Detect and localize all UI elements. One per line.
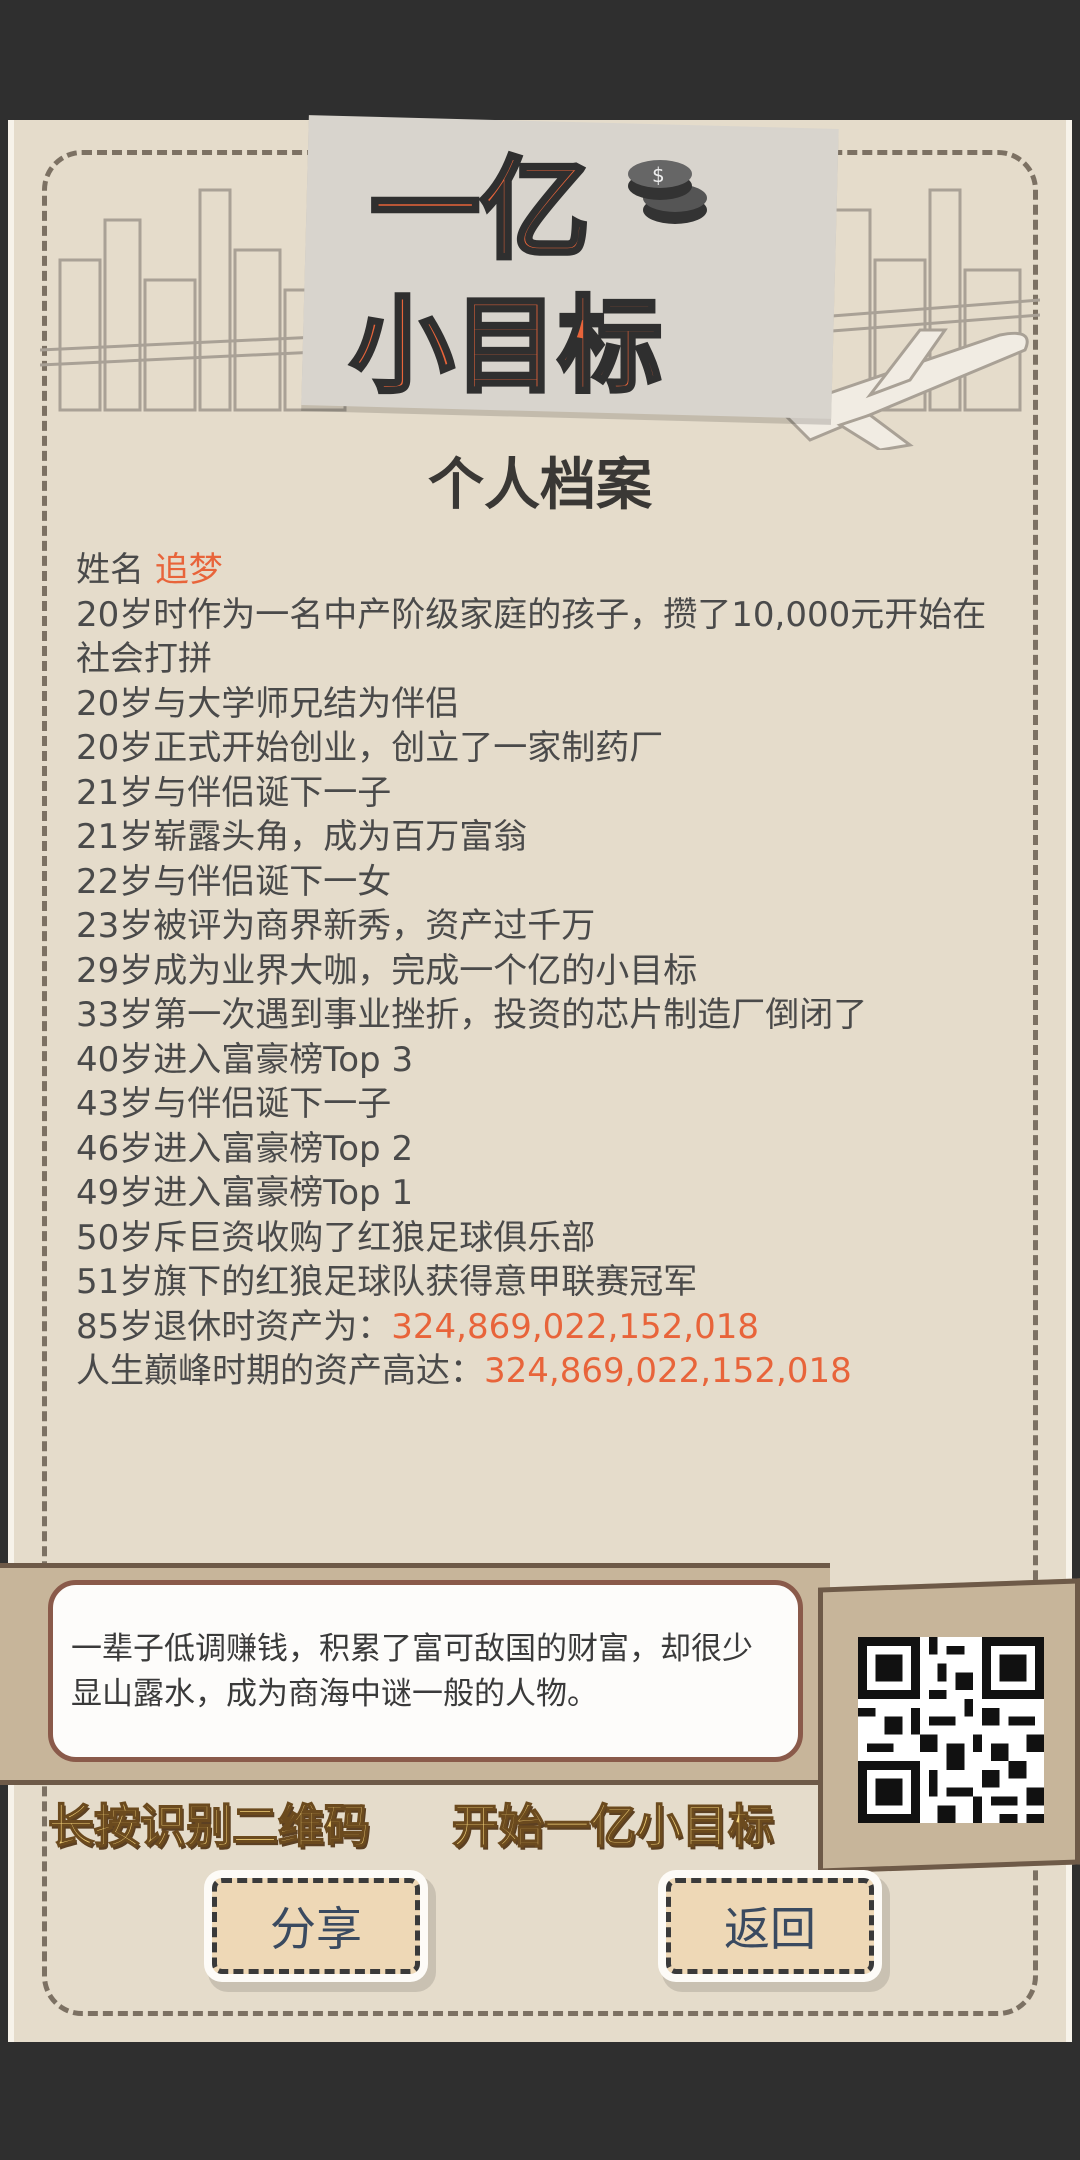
qr-code-icon[interactable] bbox=[858, 1636, 1044, 1824]
profile-bio: 姓名 追梦 20岁时作为一名中产阶级家庭的孩子，攒了10,000元开始在社会打拼… bbox=[76, 548, 1006, 1394]
name-value: 追梦 bbox=[154, 550, 223, 590]
event-item: 21岁与伴侣诞下一子 bbox=[76, 772, 392, 813]
event-item: 20岁时作为一名中产阶级家庭的孩子，攒了10,000元开始在社会打拼 bbox=[76, 594, 987, 680]
event-item: 20岁正式开始创业，创立了一家制药厂 bbox=[76, 728, 664, 768]
peak-value: 324,869,022,152,018 bbox=[484, 1351, 852, 1391]
event-item: 33岁第一次遇到事业挫折，投资的芯片制造厂倒闭了 bbox=[76, 995, 868, 1035]
retire-label: 85岁退休时资产为： bbox=[76, 1306, 392, 1347]
share-button[interactable]: 分享 bbox=[212, 1878, 420, 1974]
event-item: 43岁与伴侣诞下一子 bbox=[76, 1084, 392, 1124]
start-game-hint: 开始一亿小目标 bbox=[451, 1798, 775, 1854]
name-label: 姓名 bbox=[76, 550, 144, 590]
back-button[interactable]: 返回 bbox=[666, 1878, 874, 1974]
peak-row: 人生巅峰时期的资产高达：324,869,022,152,018 bbox=[76, 1349, 1006, 1394]
bottom-nav-bar bbox=[0, 2042, 1080, 2160]
top-status-bar bbox=[0, 0, 1080, 120]
coin-stack-icon: $ bbox=[628, 160, 707, 224]
svg-text:$: $ bbox=[652, 163, 665, 187]
page-title: 个人档案 bbox=[428, 453, 652, 518]
event-item: 21岁崭露头角，成为百万富翁 bbox=[76, 817, 528, 857]
logo-line2: 小目标 bbox=[350, 285, 662, 407]
retire-value: 324,869,022,152,018 bbox=[391, 1306, 759, 1347]
event-item: 22岁与伴侣诞下一女 bbox=[76, 861, 392, 902]
event-item: 51岁旗下的红狼足球队获得意甲联赛冠军 bbox=[76, 1262, 698, 1302]
event-item: 46岁进入富豪榜Top 2 bbox=[76, 1128, 414, 1169]
name-row: 姓名 追梦 bbox=[76, 548, 1006, 593]
logo-line1: 一亿 bbox=[370, 146, 590, 274]
event-item: 23岁被评为商界新秀，资产过千万 bbox=[76, 906, 596, 946]
event-item: 29岁成为业界大咖，完成一个亿的小目标 bbox=[76, 950, 698, 991]
scan-qr-hint: 长按识别二维码 bbox=[47, 1798, 371, 1854]
event-item: 50岁斥巨资收购了红狼足球俱乐部 bbox=[76, 1217, 596, 1258]
event-item: 20岁与大学师兄结为伴侣 bbox=[76, 683, 460, 724]
game-logo: $ 一亿 小目标 bbox=[348, 144, 707, 409]
peak-label: 人生巅峰时期的资产高达： bbox=[76, 1351, 484, 1391]
event-item: 40岁进入富豪榜Top 3 bbox=[76, 1039, 414, 1080]
retire-row: 85岁退休时资产为：324,869,022,152,018 bbox=[76, 1305, 1006, 1350]
event-item: 49岁进入富豪榜Top 1 bbox=[76, 1173, 414, 1213]
summary-quote: 一辈子低调赚钱，积累了富可敌国的财富，却很少显山露水，成为商海中谜一般的人物。 bbox=[48, 1580, 803, 1762]
